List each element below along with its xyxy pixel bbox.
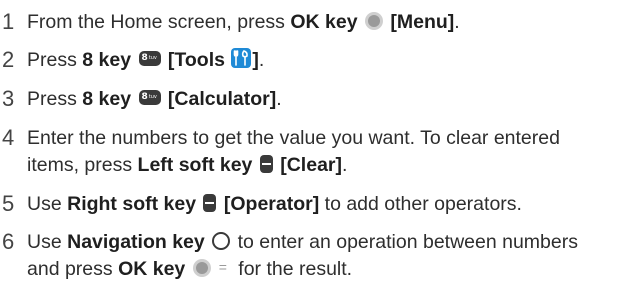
menu-label: [Menu] bbox=[390, 11, 455, 33]
key-letters: tuv bbox=[148, 55, 157, 62]
soft-key-icon bbox=[203, 193, 217, 212]
step-text: Use Right soft key [Operator] to add oth… bbox=[27, 191, 617, 218]
tools-label: [Tools bbox=[167, 49, 225, 71]
step-number: 5 bbox=[2, 191, 15, 216]
key-name: Left soft key bbox=[137, 154, 253, 176]
key-digit: 8 bbox=[141, 53, 148, 64]
8-key-icon: 8tuv bbox=[138, 51, 161, 67]
clear-label: [Clear] bbox=[280, 154, 343, 176]
step-text: Enter the numbers to get the value you w… bbox=[27, 125, 617, 179]
step-tail: . bbox=[342, 154, 348, 176]
step-lead: Press bbox=[27, 88, 83, 110]
step-number: 6 bbox=[2, 229, 15, 254]
step-number: 1 bbox=[2, 9, 15, 34]
key-name: Navigation key bbox=[67, 231, 205, 253]
step-tail: to add other operators. bbox=[319, 193, 522, 215]
step-text: From the Home screen, press OK key [Menu… bbox=[27, 9, 617, 36]
soft-key-icon bbox=[259, 154, 273, 173]
8-key-icon: 8tuv bbox=[138, 90, 161, 106]
step-line-2: items, press Left soft key [Clear]. bbox=[27, 152, 617, 179]
step-tail: . bbox=[276, 88, 282, 110]
step-number: 2 bbox=[2, 47, 15, 72]
step-tail: . bbox=[454, 11, 460, 33]
ok-key-icon bbox=[192, 258, 211, 277]
calculator-label: [Calculator] bbox=[167, 88, 277, 110]
key-letters: tuv bbox=[148, 94, 157, 101]
step-lead: Use bbox=[27, 231, 68, 253]
step-lead: Press bbox=[27, 49, 83, 71]
step-number: 3 bbox=[2, 86, 15, 111]
step-tail: . bbox=[258, 49, 265, 71]
step-lead: Use bbox=[27, 193, 68, 215]
ok-key-icon bbox=[364, 11, 383, 30]
step-text: Press 8 key 8tuv [Tools ]. bbox=[27, 47, 617, 74]
key-name: 8 key bbox=[82, 88, 132, 110]
step-mid: to enter an operation between numbers bbox=[232, 231, 578, 253]
step-number: 4 bbox=[2, 125, 15, 150]
key-name: 8 key bbox=[82, 49, 132, 71]
step-text: Use Navigation key to enter an operation… bbox=[27, 229, 617, 283]
key-digit: 8 bbox=[141, 92, 148, 103]
tools-icon bbox=[231, 47, 252, 68]
step-line-1: Use Navigation key to enter an operation… bbox=[27, 229, 617, 256]
operator-label: [Operator] bbox=[223, 193, 320, 215]
equals-icon: = bbox=[218, 259, 227, 276]
step-lead: From the Home screen, press bbox=[27, 11, 291, 33]
navigation-key-icon bbox=[212, 231, 231, 250]
step-line-1: Enter the numbers to get the value you w… bbox=[27, 127, 560, 149]
step-lead: items, press bbox=[27, 154, 138, 176]
step-line-2: and press OK key = for the result. bbox=[27, 256, 617, 283]
key-name: Right soft key bbox=[67, 193, 197, 215]
step-text: Press 8 key 8tuv [Calculator]. bbox=[27, 86, 617, 113]
key-name: OK key bbox=[290, 11, 358, 33]
